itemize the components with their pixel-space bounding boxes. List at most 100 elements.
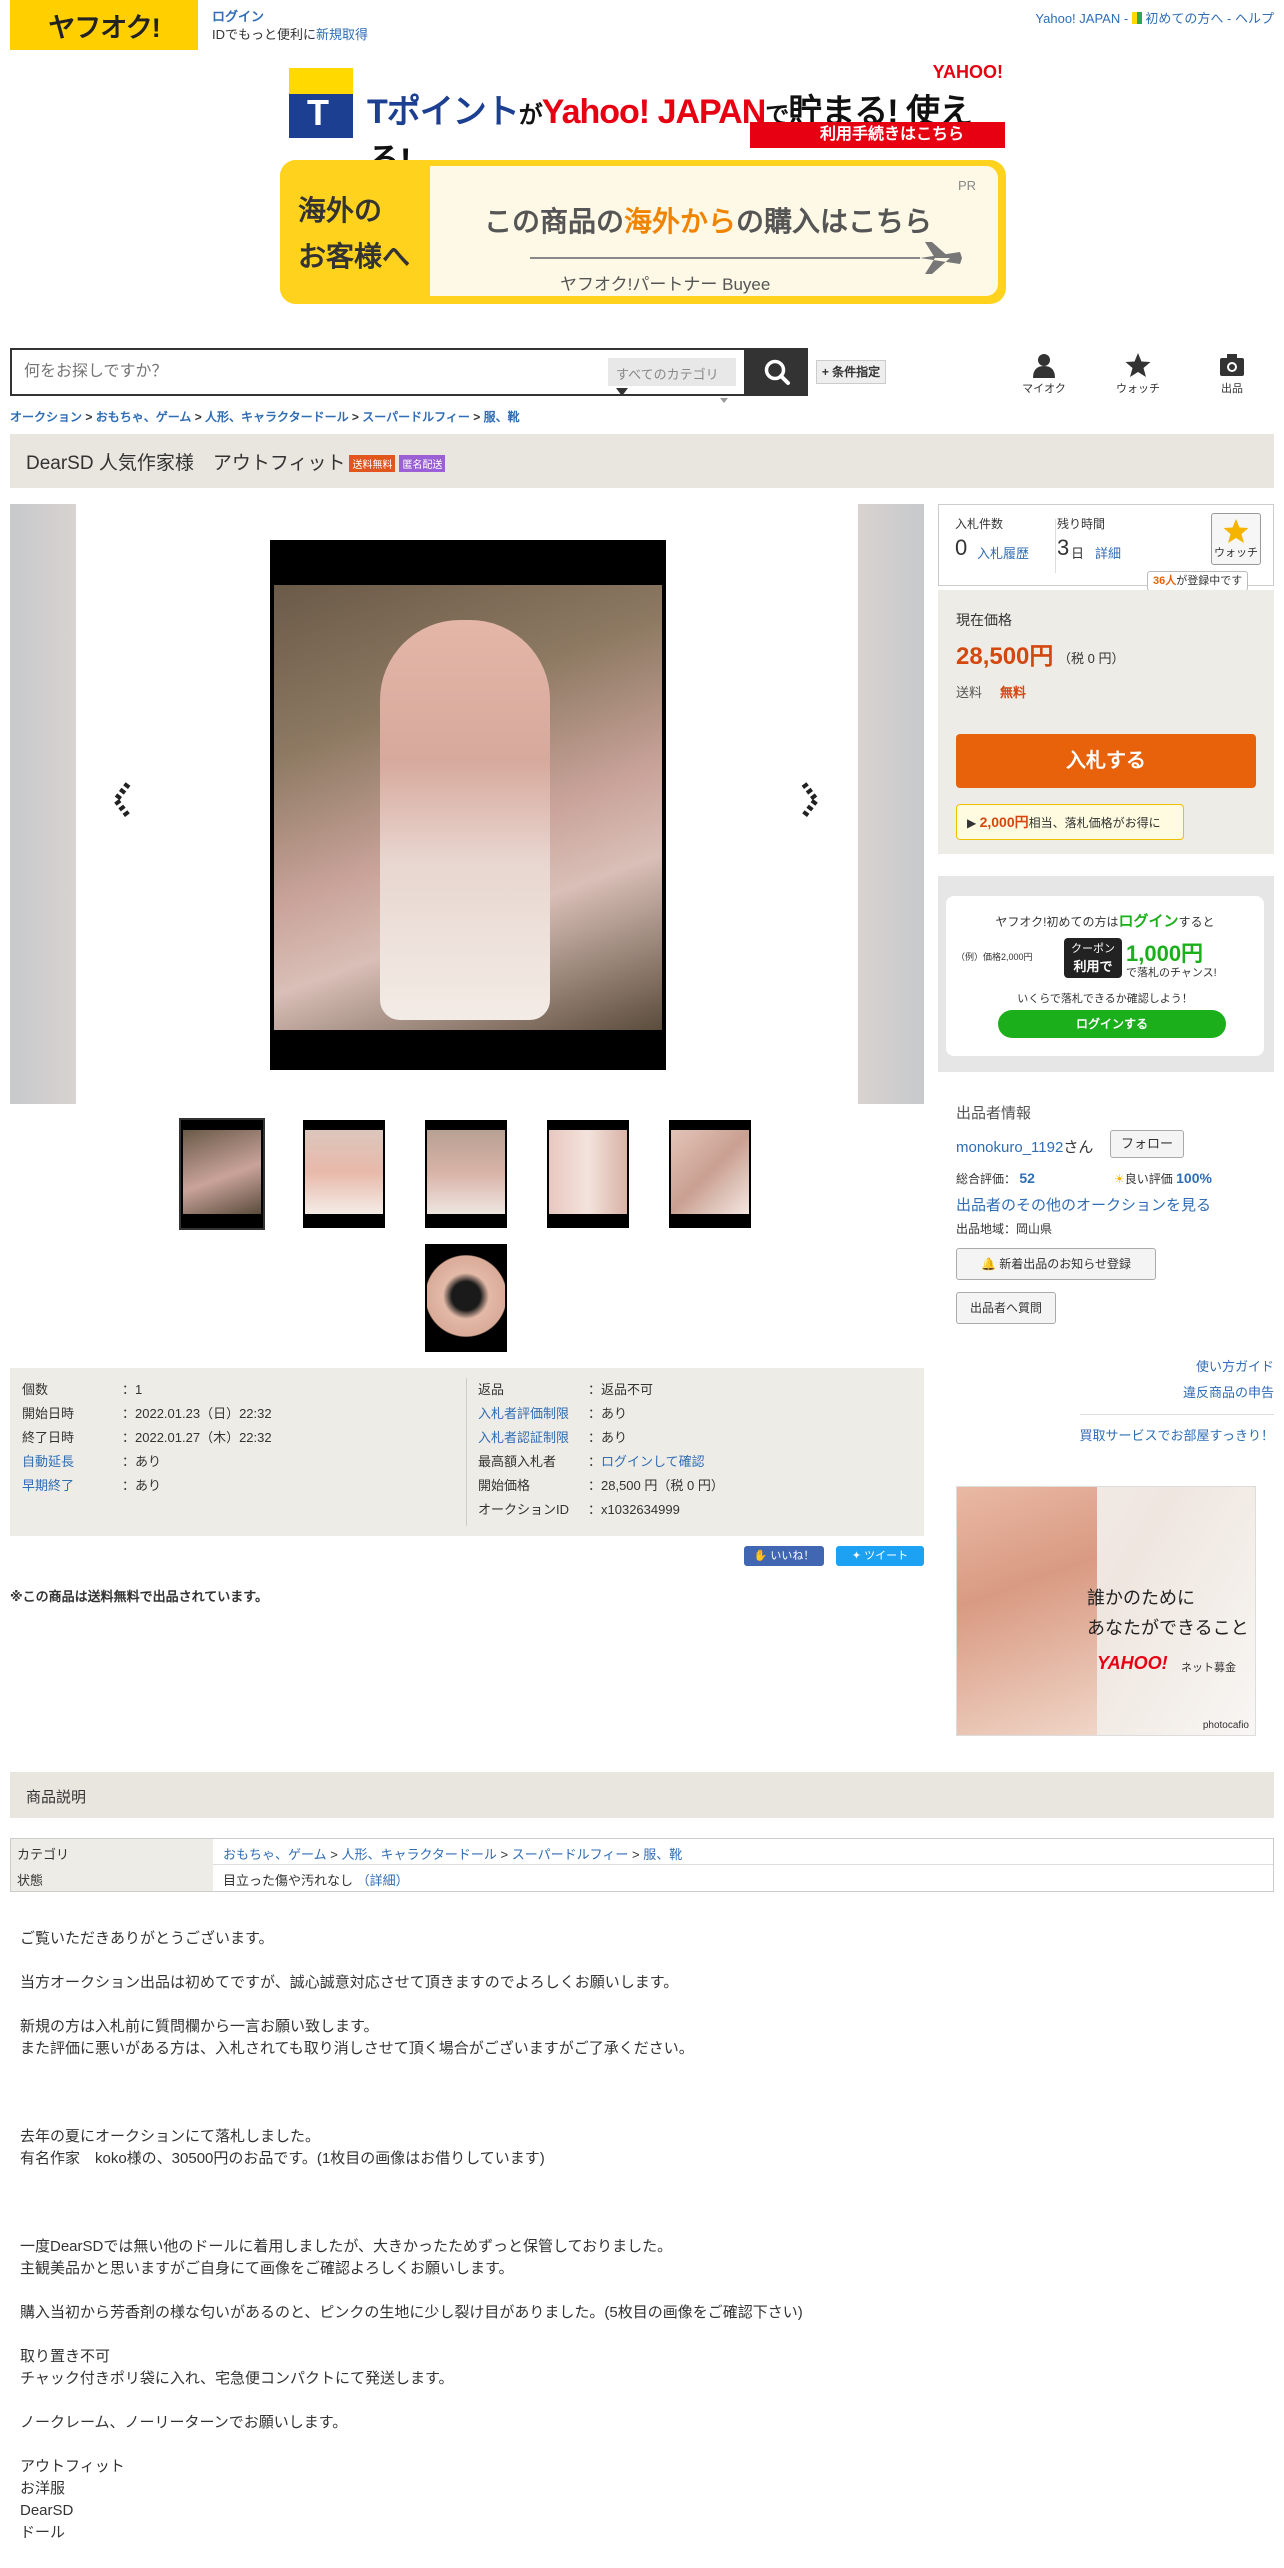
person-icon	[1033, 354, 1055, 378]
overseas-partner: ヤフオク!パートナー Buyee	[560, 275, 771, 294]
login-link[interactable]: ログイン	[212, 8, 368, 26]
nav-watch[interactable]: ウォッチ	[1108, 352, 1168, 396]
desc-paragraph: アウトフィット お洋服 DearSD ドール	[20, 2458, 125, 2541]
bidder-rating-link[interactable]: 入札者評価制限	[478, 1402, 588, 1426]
buyback-link[interactable]: 買取サービスでお部屋すっきり！	[1079, 1414, 1274, 1449]
tweet-button[interactable]: ✦ ツイート	[836, 1546, 924, 1566]
seller-region: 出品地域：岡山県	[956, 1222, 1053, 1236]
title-bar: DearSD 人気作家様 アウトフィット 送料無料 匿名配送	[10, 434, 1274, 488]
category-link[interactable]: 服、靴	[643, 1847, 682, 1862]
thumbnail-2[interactable]	[303, 1120, 385, 1228]
overseas-message: この商品の海外からの購入はこちら	[484, 206, 933, 237]
yahoo-japan-link[interactable]: Yahoo! JAPAN	[1035, 11, 1120, 26]
yahuoku-logo[interactable]: ヤフオク!	[10, 0, 198, 50]
shipping-note: ※この商品は送料無料で出品されています。	[10, 1589, 268, 1604]
desc-paragraph: 取り置き不可 チャック付きポリ袋に入れ、宅急便コンパクトにて発送します。	[20, 2348, 454, 2387]
condition-detail-link[interactable]: （詳細）	[357, 1873, 409, 1888]
ad-brand-logo: YAHOO!	[1097, 1653, 1168, 1673]
next-arrow-icon[interactable]	[794, 780, 824, 818]
help-link[interactable]: ヘルプ	[1235, 11, 1274, 26]
early-end-link[interactable]: 早期終了	[22, 1474, 112, 1498]
ask-seller-button[interactable]: 出品者へ質問	[956, 1292, 1056, 1324]
tpoint-logo-icon: T	[289, 68, 353, 138]
login-promo: ヤフオク!初めての方はログインすると （例）価格2,000円 クーポン 利用で 1…	[938, 876, 1274, 1072]
next-image-peek[interactable]	[858, 504, 924, 1104]
main-product-image[interactable]	[270, 540, 666, 1070]
promo-example: （例）価格2,000円	[956, 952, 1033, 962]
category-link[interactable]: スーパードルフィー	[512, 1847, 629, 1862]
breadcrumb-item[interactable]: オークション	[10, 410, 82, 424]
nav-myauc[interactable]: マイオク	[1014, 352, 1074, 396]
shipping-value: 無料	[1000, 685, 1027, 700]
right-links: 使い方ガイド 違反商品の申告 買取サービスでお部屋すっきり！	[1079, 1354, 1274, 1449]
page-title: DearSD 人気作家様 アウトフィット 送料無料 匿名配送	[26, 448, 446, 475]
thumbnail-6[interactable]	[425, 1244, 507, 1352]
time-detail-link[interactable]: 詳細	[1095, 543, 1121, 562]
register-link[interactable]: 新規取得	[316, 27, 368, 42]
thumbnail-5[interactable]	[669, 1120, 751, 1228]
time-left-value: 3	[1057, 535, 1070, 560]
coupon-badge: クーポン 利用で	[1064, 938, 1122, 978]
overseas-banner[interactable]: 海外の お客様へ この商品の海外からの購入はこちら ヤフオク!パートナー Buy…	[280, 160, 1006, 304]
description-heading: 商品説明	[10, 1772, 1274, 1818]
login-confirm-link[interactable]: ログインして確認	[601, 1454, 705, 1469]
desc-paragraph: 当方オークション出品は初めてですが、誠心誠意対応させて頂きますのでよろしくお願い…	[20, 1974, 679, 1991]
first-time-link[interactable]: 初めての方へ	[1145, 11, 1223, 26]
report-link[interactable]: 違反商品の申告	[1080, 1380, 1274, 1406]
category-link[interactable]: 人形、キャラクタードール	[341, 1847, 496, 1862]
tpoint-banner[interactable]: T TポイントがYahoo! JAPANで貯まる! 使える! YAHOO! 利用…	[285, 62, 1005, 180]
search-input[interactable]	[12, 350, 592, 394]
desc-paragraph: 去年の夏にオークションにて落札しました。 有名作家 koko様の、30500円の…	[20, 2128, 545, 2167]
breadcrumb-item[interactable]: 人形、キャラクタードール	[205, 410, 349, 424]
desc-paragraph: 一度DearSDでは無い他のドールに着用しましたが、大きかったためずっと保管して…	[20, 2238, 673, 2277]
seller-name-link[interactable]: monokuro_1192	[956, 1139, 1063, 1156]
desc-paragraph: ノークレーム、ノーリーターンでお願いします。	[20, 2414, 348, 2431]
login-area: ログイン IDでもっと便利に新規取得	[212, 8, 368, 44]
point-promo[interactable]: ▶ 2,000円相当、落札価格がお得に	[956, 804, 1184, 840]
other-auctions-link[interactable]: 出品者のその他のオークションを見る	[956, 1194, 1211, 1215]
bid-history-link[interactable]: 入札履歴	[977, 543, 1029, 562]
thumbnail-1[interactable]	[179, 1118, 265, 1230]
sun-icon: ☀	[1114, 1172, 1125, 1186]
breadcrumb-item[interactable]: おもちゃ、ゲーム	[96, 410, 192, 424]
bid-count: 0	[955, 535, 968, 560]
bid-status-panel: 入札件数 0 入札履歴 残り時間 3 日 詳細 ウォッチ 36人が登録中です	[938, 504, 1274, 591]
category-link[interactable]: おもちゃ、ゲーム	[223, 1847, 327, 1862]
nav-sell[interactable]: 出品	[1202, 352, 1262, 396]
top-links: Yahoo! JAPAN - 初めての方へ - ヘルプ	[1035, 11, 1274, 26]
thumbs-up-icon: ✋	[753, 1550, 768, 1562]
prev-arrow-icon[interactable]	[110, 780, 140, 818]
breadcrumb: オークション > おもちゃ、ゲーム > 人形、キャラクタードール > スーパード…	[10, 410, 520, 424]
search-button[interactable]	[746, 348, 808, 396]
rating-link[interactable]: 52	[1019, 1170, 1035, 1186]
follow-button[interactable]: フォロー	[1110, 1130, 1184, 1158]
facebook-like-button[interactable]: ✋ いいね！	[744, 1546, 824, 1566]
tpoint-procedure-bar[interactable]: 利用手続きはこちら	[750, 122, 1005, 148]
item-details: 個数 ：1 開始日時 ：2022.01.23（日）22:32 終了日時 ：2022.0…	[10, 1368, 924, 1536]
current-price: 28,500円	[956, 643, 1054, 670]
category-select[interactable]: すべてのカテゴリ	[608, 358, 736, 396]
camera-icon	[1220, 354, 1244, 376]
notify-button[interactable]: 🔔 新着出品のお知らせ登録	[956, 1248, 1156, 1280]
anonymous-shipping-badge: 匿名配送	[399, 455, 446, 473]
bidder-auth-link[interactable]: 入札者認証制限	[478, 1426, 588, 1450]
thumbnail-3[interactable]	[425, 1120, 507, 1228]
breadcrumb-item[interactable]: スーパードルフィー	[362, 410, 470, 424]
price-label: 現在価格	[956, 612, 1012, 628]
thumbnail-4[interactable]	[547, 1120, 629, 1228]
promo-login-button[interactable]: ログインする	[998, 1010, 1226, 1038]
pr-label: PR	[957, 178, 976, 193]
auto-extend-link[interactable]: 自動延長	[22, 1450, 112, 1474]
watch-button[interactable]: ウォッチ	[1211, 513, 1261, 565]
star-icon	[1223, 519, 1249, 543]
description-text: ご覧いただきありがとうございます。 当方オークション出品は初めてですが、誠心誠意…	[20, 1928, 1260, 2544]
star-icon	[1125, 353, 1151, 377]
price-tax: （税 0 円）	[1058, 651, 1125, 666]
good-rating-link[interactable]: 100%	[1176, 1170, 1212, 1186]
condition-button[interactable]: + 条件指定	[816, 360, 886, 384]
ad-banner[interactable]: 誰かのために あなたができること YAHOO! ネット募金 photocafio	[956, 1486, 1256, 1736]
breadcrumb-item[interactable]: 服、靴	[484, 410, 520, 424]
bid-button[interactable]: 入札する	[956, 734, 1256, 788]
prev-image-peek[interactable]	[10, 504, 76, 1104]
guide-link[interactable]: 使い方ガイド	[1080, 1354, 1274, 1380]
